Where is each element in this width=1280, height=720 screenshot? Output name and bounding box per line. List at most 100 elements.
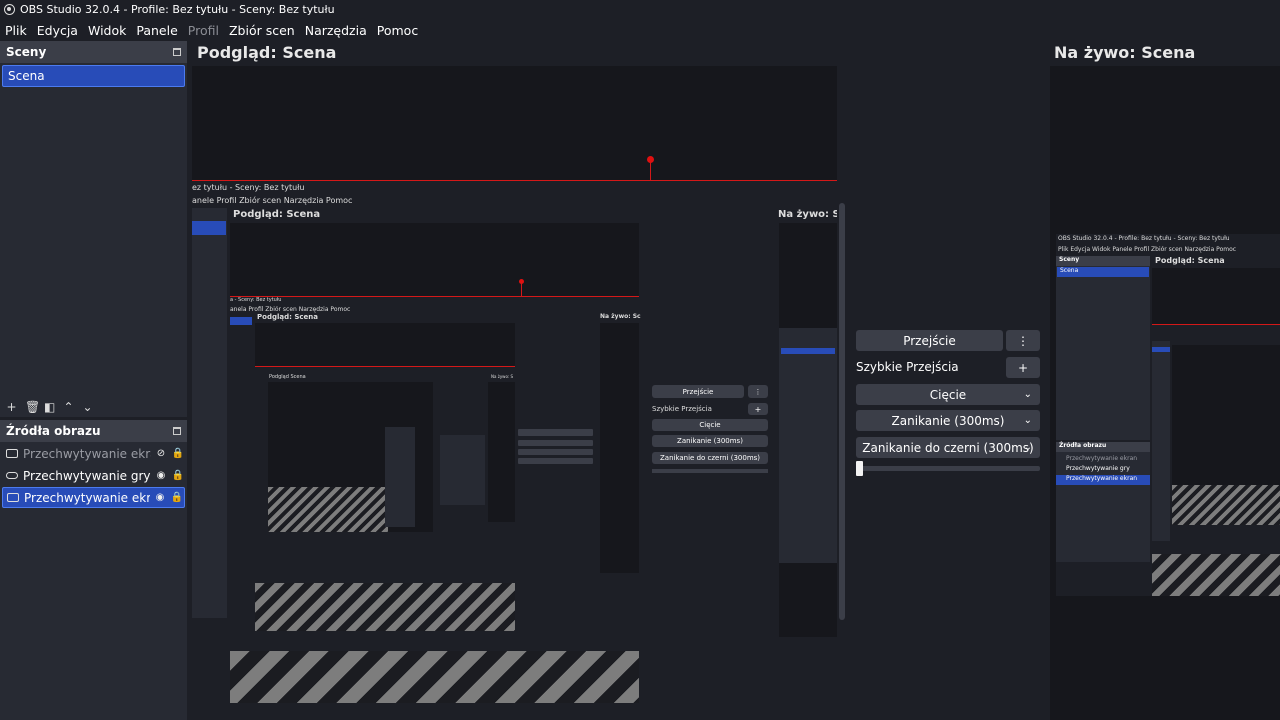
chevron-down-icon: ⌄ bbox=[1023, 442, 1032, 453]
nested2-bottom-stripe-bar bbox=[230, 631, 639, 637]
nested2-menu: anela Profil Zbiór scen Narzędzia Pomoc bbox=[230, 306, 351, 313]
tbar-slider-track[interactable] bbox=[856, 466, 1040, 471]
tbar-slider-handle[interactable] bbox=[856, 461, 863, 476]
add-icon[interactable]: + bbox=[6, 400, 17, 414]
down-icon[interactable]: ⌄ bbox=[82, 400, 93, 414]
guide-handle[interactable] bbox=[647, 156, 654, 163]
add-quick-transition-button[interactable]: + bbox=[1006, 357, 1040, 378]
menu-narzedzia[interactable]: Narzędzia bbox=[300, 23, 372, 38]
nested-live-panel bbox=[779, 223, 837, 637]
filter-icon[interactable]: ◧ bbox=[44, 400, 55, 414]
live-nested-sources: Źródła obrazu Przechwytywanie ekran Prze… bbox=[1056, 442, 1150, 562]
live-nested-src1: Przechwytywanie ekran bbox=[1066, 455, 1138, 462]
live-nested-src2: Przechwytywanie gry bbox=[1066, 465, 1130, 472]
chevron-down-icon: ⌄ bbox=[1023, 415, 1032, 426]
sources-dock-title: Źródła obrazu bbox=[6, 424, 101, 438]
menu-edycja[interactable]: Edycja bbox=[32, 23, 83, 38]
lock-icon[interactable]: 🔒 bbox=[170, 492, 184, 503]
live-nested-preview-title: Podgląd: Scena bbox=[1155, 256, 1225, 265]
nested-capture-1: ez tytułu - Sceny: Bez tytułu anele Prof… bbox=[192, 181, 837, 720]
nested2-level3: Podgląd Scena Na żywo: S bbox=[255, 367, 515, 583]
nested-opt-fade-label: Zanikanie (300ms) bbox=[677, 437, 743, 445]
lock-icon[interactable]: 🔒 bbox=[171, 448, 185, 459]
nested2-live-title: Na żywo: Sc bbox=[600, 313, 641, 320]
source-row[interactable]: Przechwytywanie ekranu ⊘ 🔒 bbox=[2, 443, 185, 464]
quick-transition-fade-label: Zanikanie (300ms) bbox=[891, 413, 1005, 428]
live-nested-window-title: OBS Studio 32.0.4 - Profile: Bez tytułu … bbox=[1058, 235, 1230, 242]
menu-profil: Profil bbox=[187, 22, 219, 38]
nested-scenes-dock bbox=[192, 208, 227, 618]
live-nested-inner bbox=[1152, 325, 1280, 555]
nested-menu: anele Profil Zbiór scen Narzędzia Pomoc bbox=[192, 196, 353, 205]
plus-icon: + bbox=[1017, 360, 1029, 375]
nested2-title: a - Sceny: Bez tytułu bbox=[230, 297, 282, 303]
nested-opt-cut-label: Cięcie bbox=[699, 421, 721, 429]
guide-stem bbox=[650, 160, 651, 180]
source-label: Przechwytywanie ekranu bbox=[23, 446, 151, 461]
nested-slider bbox=[652, 469, 768, 473]
source-label: Przechwytywanie gry bbox=[23, 468, 151, 483]
nested2-mini-panel bbox=[518, 429, 593, 489]
menu-pomoc[interactable]: Pomoc bbox=[372, 23, 423, 38]
sources-dock: Źródła obrazu Przechwytywanie ekranu ⊘ 🔒… bbox=[0, 420, 187, 720]
nested-live-title: Na żywo: Sc bbox=[778, 209, 837, 220]
chevron-down-icon: ⌄ bbox=[1023, 389, 1032, 400]
nested2-preview-title: Podgląd: Scena bbox=[257, 313, 318, 321]
sources-dock-header: Źródła obrazu bbox=[0, 420, 187, 442]
dock-float-icon[interactable] bbox=[173, 48, 181, 56]
nested-transition-button: Przejście bbox=[652, 385, 744, 398]
dock-float-icon[interactable] bbox=[173, 427, 181, 435]
live-nested-scene: Scena bbox=[1060, 267, 1079, 274]
up-icon[interactable]: ⌃ bbox=[63, 400, 74, 414]
nested-title: ez tytułu - Sceny: Bez tytułu bbox=[192, 183, 305, 192]
gamepad-icon bbox=[6, 472, 18, 479]
scenes-dock-header: Sceny bbox=[0, 41, 187, 63]
scenes-toolbar: + 🗑 ◧ ⌃ ⌄ bbox=[0, 398, 186, 416]
menu-zbior-scen[interactable]: Zbiór scen bbox=[224, 23, 300, 38]
nested-quick-label: Szybkie Przejścia bbox=[652, 405, 712, 413]
scenes-dock-title: Sceny bbox=[6, 45, 47, 59]
menu-bar: Plik Edycja Widok Panele Profil Zbiór sc… bbox=[0, 19, 1280, 41]
live-nested-stripes bbox=[1152, 554, 1280, 596]
preview-scrollbar[interactable] bbox=[839, 203, 845, 620]
scene-item-label: Scena bbox=[8, 69, 45, 83]
nested-quick-add: + bbox=[748, 403, 768, 415]
menu-panele[interactable]: Panele bbox=[131, 23, 182, 38]
scene-list-item[interactable]: Scena bbox=[2, 65, 185, 87]
source-row-selected[interactable]: Przechwytywanie ekranu ◉ 🔒 bbox=[2, 487, 185, 508]
live-nested-src3: Przechwytywanie ekran bbox=[1066, 475, 1138, 482]
source-row[interactable]: Przechwytywanie gry ◉ 🔒 bbox=[2, 465, 185, 486]
nested-stripes bbox=[230, 651, 639, 703]
live-title: Na żywo: Scena bbox=[1054, 43, 1196, 62]
eye-hidden-icon[interactable]: ⊘ bbox=[154, 448, 168, 459]
live-nested-scenes-header: Sceny bbox=[1059, 256, 1080, 263]
source-label: Przechwytywanie ekranu bbox=[24, 490, 150, 505]
quick-transition-fade-black[interactable]: Zanikanie do czerni (300ms) ⌄ bbox=[856, 437, 1040, 458]
nested2-stripes bbox=[255, 583, 515, 631]
transition-button[interactable]: Przejście bbox=[856, 330, 1003, 351]
preview-title: Podgląd: Scena bbox=[197, 43, 337, 62]
scenes-dock: Sceny Scena + 🗑 ◧ ⌃ ⌄ bbox=[0, 41, 187, 417]
eye-icon[interactable]: ◉ bbox=[154, 470, 168, 481]
transition-menu-button[interactable]: ⋮ bbox=[1006, 330, 1040, 351]
quick-transition-cut[interactable]: Cięcie ⌄ bbox=[856, 384, 1040, 405]
nested3-live: Na żywo: S bbox=[491, 374, 514, 379]
menu-widok[interactable]: Widok bbox=[83, 23, 131, 38]
trash-icon[interactable]: 🗑 bbox=[25, 400, 40, 414]
eye-icon[interactable]: ◉ bbox=[153, 492, 167, 503]
live-nested-scenes: Sceny Scena bbox=[1056, 256, 1150, 440]
quick-transition-fade-black-label: Zanikanie do czerni (300ms) bbox=[862, 440, 1034, 455]
monitor-icon bbox=[7, 493, 19, 502]
nested3-preview: Podgląd Scena bbox=[269, 374, 306, 380]
nested-preview-title: Podgląd: Scena bbox=[233, 209, 321, 220]
nested-transition-label: Przejście bbox=[682, 387, 714, 396]
preview-canvas[interactable]: ez tytułu - Sceny: Bez tytułu anele Prof… bbox=[192, 66, 837, 720]
quick-transition-fade[interactable]: Zanikanie (300ms) ⌄ bbox=[856, 410, 1040, 431]
lock-icon[interactable]: 🔒 bbox=[171, 470, 185, 481]
menu-plik[interactable]: Plik bbox=[0, 23, 32, 38]
monitor-icon bbox=[6, 449, 18, 458]
quick-transition-cut-label: Cięcie bbox=[929, 387, 967, 402]
nested2-live bbox=[600, 323, 639, 573]
nested2-scene-item bbox=[230, 317, 252, 325]
transition-button-label: Przejście bbox=[903, 333, 956, 348]
